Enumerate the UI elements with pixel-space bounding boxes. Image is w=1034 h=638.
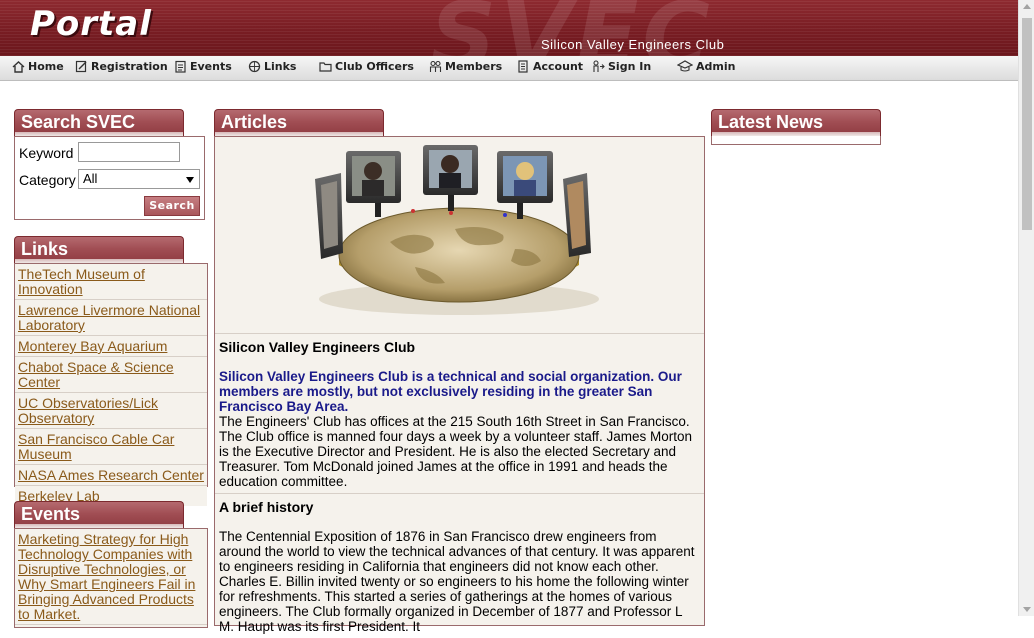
nav-events[interactable]: Events	[174, 60, 232, 73]
article-intro: Silicon Valley Engineers Club is a techn…	[219, 369, 682, 414]
article-image	[215, 137, 704, 333]
scroll-up-icon[interactable]	[1023, 4, 1031, 9]
article-section: A brief history The Centennial Expositio…	[215, 493, 704, 638]
search-box-title: Search SVEC	[14, 109, 184, 136]
nav-members[interactable]: Members	[429, 60, 502, 73]
nav-account[interactable]: Account	[517, 60, 583, 73]
nav-links-label: Links	[264, 60, 297, 73]
nav-registration-label: Registration	[91, 60, 168, 73]
link-llnl[interactable]: Lawrence Livermore National Laboratory	[18, 302, 200, 333]
nav-home[interactable]: Home	[12, 60, 64, 73]
links-panel: TheTech Museum of Innovation Lawrence Li…	[14, 263, 208, 506]
link-cable-car[interactable]: San Francisco Cable Car Museum	[18, 431, 174, 462]
sign-in-icon	[593, 60, 605, 72]
chevron-down-icon	[186, 177, 194, 183]
category-selected-value: All	[83, 171, 98, 186]
events-panel: Marketing Strategy for High Technology C…	[14, 528, 208, 628]
portal-logo[interactable]: Portal	[30, 4, 152, 44]
registration-icon	[75, 60, 87, 73]
nav-admin-label: Admin	[696, 60, 736, 73]
nav-club-officers[interactable]: Club Officers	[319, 60, 414, 73]
events-icon	[175, 60, 186, 73]
links-box-title: Links	[14, 236, 184, 263]
history-body: The Centennial Exposition of 1876 in San…	[219, 529, 695, 634]
nav-account-label: Account	[533, 60, 584, 73]
nav-club-officers-label: Club Officers	[335, 60, 414, 73]
nav-sign-in-label: Sign In	[608, 60, 652, 73]
home-icon	[12, 61, 25, 73]
globe-monitors-image	[315, 145, 599, 315]
link-nasa-ames[interactable]: NASA Ames Research Center	[18, 467, 204, 483]
keyword-input[interactable]	[78, 142, 180, 162]
event-link[interactable]: Marketing Strategy for High Technology C…	[18, 531, 195, 622]
keyword-label: Keyword	[19, 145, 74, 161]
nav-members-label: Members	[445, 60, 503, 73]
club-name: Silicon Valley Engineers Club	[541, 37, 725, 52]
nav-sign-in[interactable]: Sign In	[592, 60, 651, 73]
articles-panel: Silicon Valley Engineers Club Silicon Va…	[214, 136, 705, 634]
article-section: Silicon Valley Engineers Club Silicon Va…	[215, 333, 704, 493]
scrollbar-thumb[interactable]	[1022, 18, 1032, 230]
list-item: TheTech Museum of Innovation	[15, 264, 207, 300]
link-chabot[interactable]: Chabot Space & Science Center	[18, 359, 174, 390]
list-item: Chabot Space & Science Center	[15, 357, 207, 393]
link-lick[interactable]: UC Observatories/Lick Observatory	[18, 395, 158, 426]
search-panel: Keyword Category All Search	[14, 136, 205, 220]
article-body: The Engineers' Club has offices at the 2…	[219, 414, 692, 489]
members-icon	[429, 60, 442, 72]
list-item: Monterey Bay Aquarium	[15, 336, 207, 357]
nav-links[interactable]: Links	[248, 60, 296, 73]
list-item: San Francisco Cable Car Museum	[15, 429, 207, 465]
nav-events-label: Events	[190, 60, 232, 73]
article-title: Silicon Valley Engineers Club	[219, 339, 416, 355]
events-box-title: Events	[14, 501, 184, 528]
link-thetech[interactable]: TheTech Museum of Innovation	[18, 266, 145, 297]
list-item: UC Observatories/Lick Observatory	[15, 393, 207, 429]
nav-admin[interactable]: Admin	[677, 60, 735, 73]
history-title: A brief history	[219, 499, 314, 515]
scroll-down-icon[interactable]	[1023, 607, 1031, 612]
header-banner: SVEC Portal Silicon Valley Engineers Clu…	[0, 0, 1018, 56]
links-icon	[248, 60, 261, 73]
main-nav: Home Registration Events Links Club Offi…	[0, 56, 1018, 81]
account-icon	[518, 60, 528, 73]
list-item: Lawrence Livermore National Laboratory	[15, 300, 207, 336]
nav-registration[interactable]: Registration	[75, 60, 168, 73]
admin-icon	[677, 60, 693, 72]
category-label: Category	[19, 172, 76, 188]
link-aquarium[interactable]: Monterey Bay Aquarium	[18, 338, 167, 354]
category-select[interactable]: All	[78, 169, 200, 189]
list-item: Marketing Strategy for High Technology C…	[15, 529, 207, 625]
news-panel	[711, 136, 881, 145]
folder-icon	[319, 62, 332, 72]
list-item: NASA Ames Research Center	[15, 465, 207, 486]
page-scrollbar[interactable]	[1018, 0, 1034, 616]
news-box-title: Latest News	[711, 109, 881, 136]
articles-box-title: Articles	[214, 109, 384, 136]
search-button[interactable]: Search	[144, 196, 200, 216]
nav-home-label: Home	[28, 60, 64, 73]
